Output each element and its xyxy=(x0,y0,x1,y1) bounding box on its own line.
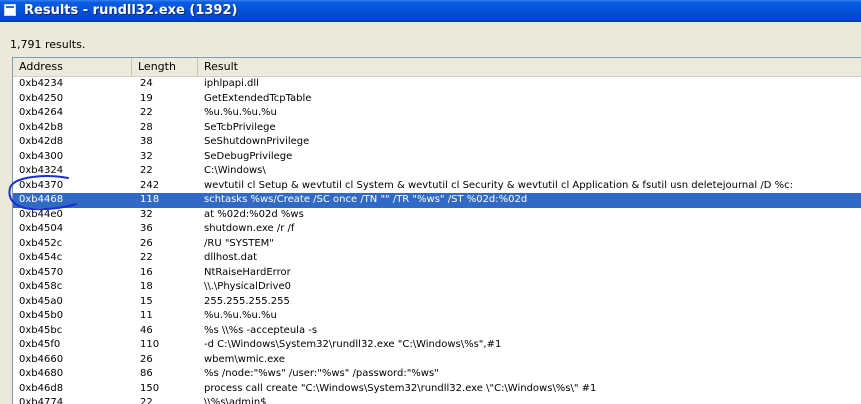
cell-address: 0xb4370 xyxy=(19,179,64,191)
results-list[interactable]: Address Length Result 0xb4234 24 iphlpapi.… xyxy=(12,57,861,404)
table-row[interactable]: 0xb45f0 110 -d C:\Windows\System32\rundll3… xyxy=(13,338,861,353)
cell-result: NtRaiseHardError xyxy=(204,266,291,278)
cell-address: 0xb45a0 xyxy=(19,295,63,307)
table-row[interactable]: 0xb458c 18 \\.\PhysicalDrive0 xyxy=(13,280,861,295)
table-row[interactable]: 0xb45b0 11 %u.%u.%u.%u xyxy=(13,309,861,324)
cell-address: 0xb4660 xyxy=(19,353,64,365)
cell-address: 0xb4570 xyxy=(19,266,64,278)
cell-length: 150 xyxy=(140,382,160,394)
cell-address: 0xb4250 xyxy=(19,92,64,104)
cell-address: 0xb45f0 xyxy=(19,339,61,350)
table-row[interactable]: 0xb4370 242 wevtutil cl Setup & wevtutil c… xyxy=(13,179,861,194)
cell-address: 0xb46d8 xyxy=(19,382,64,394)
cell-result: iphlpapi.dll xyxy=(204,78,259,89)
table-row[interactable]: 0xb4660 26 wbem\wmic.exe xyxy=(13,353,861,368)
cell-result: SeTcbPrivilege xyxy=(204,121,276,133)
cell-address: 0xb44e0 xyxy=(19,208,63,220)
cell-result: GetExtendedTcpTable xyxy=(204,92,312,104)
cell-length: 19 xyxy=(140,92,153,104)
cell-length: 86 xyxy=(140,368,153,379)
cell-address: 0xb45b0 xyxy=(19,310,64,321)
cell-length: 110 xyxy=(140,339,160,350)
cell-address: 0xb454c xyxy=(19,252,63,263)
cell-result: process call create "C:\Windows\System32… xyxy=(204,382,597,394)
table-row[interactable]: 0xb42d8 38 SeShutdownPrivilege xyxy=(13,135,861,150)
cell-length: 26 xyxy=(140,237,153,249)
table-row[interactable]: 0xb452c 26/RU "SYSTEM" xyxy=(13,237,861,252)
cell-length: 16 xyxy=(140,266,153,278)
table-row[interactable]: 0xb44e0 32 at %02d:%02d %ws xyxy=(13,208,861,223)
table-row[interactable]: 0xb4680 86 %s /node:"%ws" /user:"%ws" /pas… xyxy=(13,367,861,382)
cell-address: 0xb4504 xyxy=(19,223,64,234)
cell-address: 0xb42b8 xyxy=(19,121,64,133)
window-title: Results - rundll32.exe (1392) xyxy=(24,3,238,18)
cell-result: %u.%u.%u.%u xyxy=(204,107,277,118)
cell-address: 0xb42d8 xyxy=(19,136,64,147)
cell-result: -d C:\Windows\System32\rundll32.exe "C:\… xyxy=(204,339,502,350)
cell-length: 24 xyxy=(140,78,153,89)
cell-length: 242 xyxy=(140,179,160,191)
table-row[interactable]: 0xb4504 36 shutdown.exe /r /f xyxy=(13,222,861,237)
cell-result: %s /node:"%ws" /user:"%ws" /password:"%w… xyxy=(204,368,439,379)
list-rows: 0xb4234 24 iphlpapi.dll 0xb4250 19 GetExtende… xyxy=(13,77,861,404)
cell-result: wbem\wmic.exe xyxy=(204,353,285,365)
cell-result: shutdown.exe /r /f xyxy=(204,223,295,234)
cell-length: 36 xyxy=(140,223,153,234)
table-row[interactable]: 0xb4570 16 NtRaiseHardError xyxy=(13,266,861,281)
table-row[interactable]: 0xb46d8 150 process call create "C:\Window… xyxy=(13,382,861,397)
table-row[interactable]: 0xb4300 32 SeDebugPrivilege xyxy=(13,150,861,165)
cell-length: 32 xyxy=(140,150,153,162)
results-count: 1,791 results. xyxy=(10,38,86,51)
table-row[interactable]: 0xb4264 22 %u.%u.%u.%u xyxy=(13,106,861,121)
column-header-address[interactable]: Address xyxy=(13,58,132,76)
cell-result: SeShutdownPrivilege xyxy=(204,136,310,147)
cell-length: 22 xyxy=(140,252,153,263)
cell-result: %s \\%s -accepteula -s xyxy=(204,324,318,336)
table-row[interactable]: 0xb4324 22 C:\Windows\ xyxy=(13,164,861,179)
cell-address: 0xb4264 xyxy=(19,107,64,118)
table-row[interactable]: 0xb454c 22 dllhost.dat xyxy=(13,251,861,266)
table-row[interactable]: 0xb45bc 46 %s \\%s -accepteula -s xyxy=(13,324,861,339)
cell-address: 0xb452c xyxy=(19,237,63,249)
cell-address: 0xb4324 xyxy=(19,165,64,176)
cell-address: 0xb45bc xyxy=(19,324,63,336)
cell-length: 28 xyxy=(140,121,153,133)
cell-length: 46 xyxy=(140,324,153,336)
list-header: Address Length Result xyxy=(13,58,861,77)
cell-address: 0xb4680 xyxy=(19,368,64,379)
cell-length: 15 xyxy=(140,295,153,307)
cell-result: SeDebugPrivilege xyxy=(204,150,293,162)
table-row[interactable]: 0xb4468 118 schtasks %ws/Create /SC once /… xyxy=(13,193,861,208)
cell-result: 255.255.255.255 xyxy=(204,295,290,307)
cell-result: %u.%u.%u.%u xyxy=(204,310,277,321)
cell-address: 0xb4234 xyxy=(19,78,64,89)
table-row[interactable]: 0xb4250 19 GetExtendedTcpTable xyxy=(13,92,861,107)
cell-result: \\.\PhysicalDrive0 xyxy=(204,281,291,292)
window-app-icon[interactable] xyxy=(4,4,16,16)
cell-result: C:\Windows\ xyxy=(204,165,266,176)
column-header-length[interactable]: Length xyxy=(132,58,198,76)
cell-length: 118 xyxy=(140,194,160,205)
title-bar[interactable]: Results - rundll32.exe (1392) xyxy=(0,0,861,22)
table-row[interactable]: 0xb4234 24 iphlpapi.dll xyxy=(13,77,861,92)
cell-length: 22 xyxy=(140,165,153,176)
cell-address: 0xb4468 xyxy=(19,194,64,205)
cell-address: 0xb458c xyxy=(19,281,63,292)
cell-length: 22 xyxy=(140,107,153,118)
cell-length: 18 xyxy=(140,281,153,292)
cell-address: 0xb4300 xyxy=(19,150,64,162)
cell-result: schtasks %ws/Create /SC once /TN "" /TR … xyxy=(204,194,528,205)
column-header-result[interactable]: Result xyxy=(198,58,861,76)
table-row[interactable]: 0xb45a0 15 255.255.255.255 xyxy=(13,295,861,310)
cell-result: at %02d:%02d %ws xyxy=(204,208,304,220)
cell-length: 11 xyxy=(140,310,153,321)
cell-result: /RU "SYSTEM" xyxy=(204,237,274,249)
cell-result: dllhost.dat xyxy=(204,252,258,263)
cell-length: 32 xyxy=(140,208,153,220)
cell-result: wevtutil cl Setup & wevtutil cl System &… xyxy=(204,179,793,191)
cell-length: 38 xyxy=(140,136,153,147)
cell-length: 26 xyxy=(140,353,153,365)
table-row[interactable]: 0xb42b8 28 SeTcbPrivilege xyxy=(13,121,861,136)
